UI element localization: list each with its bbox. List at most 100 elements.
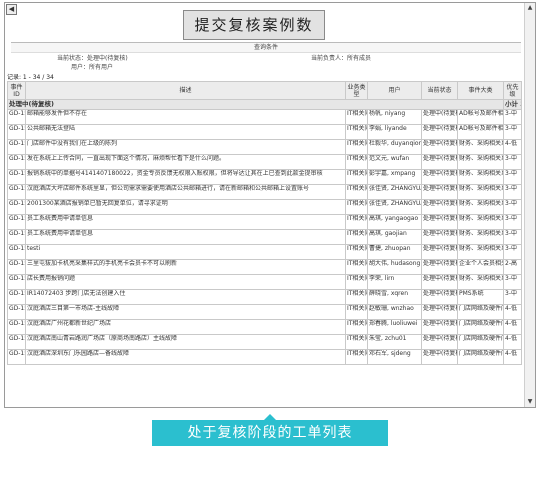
cell-user: 赵敏珊, wnzhao (367, 304, 422, 320)
cell-user: 高琪, yangaogao (367, 214, 422, 230)
cell-id[interactable]: GD-1536 (7, 319, 26, 335)
col-header-type[interactable]: 业务类型 (345, 81, 368, 100)
scroll-down-icon[interactable]: ▼ (526, 398, 534, 406)
col-header-priority[interactable]: 优先级 (503, 81, 522, 100)
cell-id[interactable]: GD-1583 (7, 169, 26, 185)
table-row[interactable]: GD-15812001300某酒店报销单已暂无回复单位，请寻求证明IT相关问题张… (7, 199, 522, 215)
cell-user: 范文元, wufan (367, 154, 422, 170)
cell-user: 张佳贤, ZHANGYUANHONG (367, 199, 422, 215)
cell-desc[interactable]: testi (25, 244, 346, 260)
cell-desc[interactable]: 发在系统上上传合同，一直出现下面这个情况，麻烦帮忙看下是什么问题。 (25, 154, 346, 170)
cell-desc[interactable]: 汉庭酒店深圳东门乐园路店—备线故障 (25, 349, 346, 365)
col-header-id[interactable]: 事件ID (7, 81, 26, 100)
scroll-up-icon[interactable]: ▲ (526, 4, 534, 12)
cell-desc[interactable]: 汉庭酒店三目第一市场店-主线故障 (25, 304, 346, 320)
cell-category: 财务、采购相关系统 (457, 184, 504, 200)
cell-desc[interactable]: 三里屯拔加卡机亮采集样式的手机亮卡会员卡不可以刷新 (25, 259, 346, 275)
table-header-row: 事件ID 描述 业务类型 用户 当前状态 事件大类 优先级 (7, 81, 522, 100)
cell-user: 邓石军, sjdeng (367, 349, 422, 365)
cell-id[interactable]: GD-1558 (7, 274, 26, 290)
cell-status: 处理中(待复核) (421, 274, 458, 290)
cell-id[interactable]: GD-1581 (7, 199, 26, 215)
cell-status: 处理中(待复核) (421, 124, 458, 140)
cell-user: 杜毅华, duyanqiong (367, 139, 422, 155)
cell-desc[interactable]: 店长费用报销问题 (25, 274, 346, 290)
table-row[interactable]: GD-1575员工系统费用申请单信息IT相关问题高琪, gaojian处理中(待… (7, 229, 522, 245)
cell-id[interactable]: GD-1544 (7, 289, 26, 305)
table-row[interactable]: GD-1571testiIT相关问题曹捷, zhuopan处理中(待复核)财务、… (7, 244, 522, 260)
cell-category: 财务、采购相关系统 (457, 274, 504, 290)
cell-category: AD帐号及邮件相关 (457, 109, 504, 125)
cell-desc[interactable]: 公共邮箱无法登陆 (25, 124, 346, 140)
cell-priority: 3-中 (503, 244, 522, 260)
cell-desc[interactable]: IR14072403 步跨门店无法创建入住 (25, 289, 346, 305)
cell-status: 处理中(待复核) (421, 214, 458, 230)
table-row[interactable]: GD-1583报销系统中的单据号4141407180022，资金专员反馈无权限入… (7, 169, 522, 185)
cell-type: IT相关问题 (345, 259, 368, 275)
cell-desc[interactable]: 员工系统费用申请单信息 (25, 214, 346, 230)
vertical-scrollbar[interactable]: ▲ ▼ (524, 3, 535, 407)
table-row[interactable]: GD-1587公共邮箱无法登陆IT相关问题李娟, liyande处理中(待复核)… (7, 124, 522, 140)
cell-id[interactable]: GD-1585 (7, 154, 26, 170)
cell-desc[interactable]: 汉庭酒店广州花都新世纪广场店 (25, 319, 346, 335)
cell-id[interactable]: GD-1543 (7, 304, 26, 320)
cell-status: 处理中(待复核) (421, 199, 458, 215)
table-row[interactable]: GD-1544IR14072403 步跨门店无法创建入住IT相关问题薛晓雪, x… (7, 289, 522, 305)
cell-id[interactable]: GD-1571 (7, 244, 26, 260)
cell-id[interactable]: GD-1534 (7, 349, 26, 365)
back-arrow-icon[interactable]: ◀ (6, 4, 17, 15)
filter-current-owner: 当前负责人：所有成员 (311, 55, 372, 62)
cell-id[interactable]: GD-1588 (7, 109, 26, 125)
cell-id[interactable]: GD-1582 (7, 184, 26, 200)
table-row[interactable]: GD-1582汉庭酒店大坪店邮件系统里显，但公司需求需要使用酒店公共邮箱进行，请… (7, 184, 522, 200)
cell-category: 企业个人会员相关系统 (457, 259, 504, 275)
col-header-desc[interactable]: 描述 (25, 81, 346, 100)
col-header-user[interactable]: 用户 (367, 81, 422, 100)
cell-user: 张佳贤, ZHANGYUANHONG (367, 184, 422, 200)
cell-desc[interactable]: 2001300某酒店报销单已暂无回复单位，请寻求证明 (25, 199, 346, 215)
table-row[interactable]: GD-1535汉庭酒店南山青岩路润广场店（原商场南路店）主线故障IT相关问题朱莹… (7, 334, 522, 350)
table-row[interactable]: GD-1534汉庭酒店深圳东门乐园路店—备线故障IT相关问题邓石军, sjden… (7, 349, 522, 365)
table-row[interactable]: GD-1586门店邮件中没有我们在上级的陈列IT相关问题杜毅华, duyanqi… (7, 139, 522, 155)
table-row[interactable]: GD-1543汉庭酒店三目第一市场店-主线故障IT相关问题赵敏珊, wnzhao… (7, 304, 522, 320)
cell-status: 处理中(待复核) (421, 139, 458, 155)
cell-type: IT相关问题 (345, 199, 368, 215)
cell-priority: 3-中 (503, 169, 522, 185)
cell-status: 处理中(待复核) (421, 229, 458, 245)
cell-desc[interactable]: 汉庭酒店南山青岩路润广场店（原商场南路店）主线故障 (25, 334, 346, 350)
cell-desc[interactable]: 报销系统中的单据号4141407180022，资金专员反馈无权限入账权限，但将导… (25, 169, 346, 185)
cell-desc[interactable]: 门店邮件中没有我们在上级的陈列 (25, 139, 346, 155)
cell-id[interactable]: GD-1575 (7, 229, 26, 245)
cell-priority: 2-高 (503, 259, 522, 275)
cell-id[interactable]: GD-1566 (7, 259, 26, 275)
cell-id[interactable]: GD-1586 (7, 139, 26, 155)
cell-desc[interactable]: 员工系统费用申请单信息 (25, 229, 346, 245)
table-row[interactable]: GD-1585发在系统上上传合同，一直出现下面这个情况，麻烦帮忙看下是什么问题。… (7, 154, 522, 170)
cell-id[interactable]: GD-1535 (7, 334, 26, 350)
table-row[interactable]: GD-1566三里屯拔加卡机亮采集样式的手机亮卡会员卡不可以刷新IT相关问题胡大… (7, 259, 522, 275)
cell-type: IT相关问题 (345, 154, 368, 170)
cell-id[interactable]: GD-1577 (7, 214, 26, 230)
cell-desc[interactable]: 邮箱能够发件但不存在 (25, 109, 346, 125)
table-row[interactable]: GD-1536汉庭酒店广州花都新世纪广场店IT相关问题郑春腾, luoliuwe… (7, 319, 522, 335)
table-row[interactable]: GD-1577员工系统费用申请单信息IT相关问题高琪, yangaogao处理中… (7, 214, 522, 230)
group-row: 处理中(待复核) 小计 34 (7, 99, 522, 110)
cell-type: IT相关问题 (345, 229, 368, 245)
cell-priority: 4-低 (503, 334, 522, 350)
cell-id[interactable]: GD-1587 (7, 124, 26, 140)
cell-priority: 3-中 (503, 229, 522, 245)
cell-priority: 3-中 (503, 289, 522, 305)
cell-type: IT相关问题 (345, 214, 368, 230)
cell-priority: 4-低 (503, 349, 522, 365)
col-header-status[interactable]: 当前状态 (421, 81, 458, 100)
cell-category: PMS系统 (457, 289, 504, 305)
table-row[interactable]: GD-1588邮箱能够发件但不存在IT相关问题杨帆, niyang处理中(待复核… (7, 109, 522, 125)
caption-text: 处于复核阶段的工单列表 (187, 425, 353, 441)
record-count: 记录: 1 - 34 / 34 (7, 74, 54, 81)
cell-category: 门店网络及硬件问题 (457, 319, 504, 335)
table-row[interactable]: GD-1558店长费用报销问题IT相关问题李荣, lirn处理中(待复核)财务、… (7, 274, 522, 290)
cell-desc[interactable]: 汉庭酒店大坪店邮件系统里显，但公司需求需要使用酒店公共邮箱进行，请在新邮箱和公共… (25, 184, 346, 200)
col-header-category[interactable]: 事件大类 (457, 81, 504, 100)
cell-type: IT相关问题 (345, 349, 368, 365)
query-conditions-header[interactable]: 查询条件 (11, 42, 521, 53)
